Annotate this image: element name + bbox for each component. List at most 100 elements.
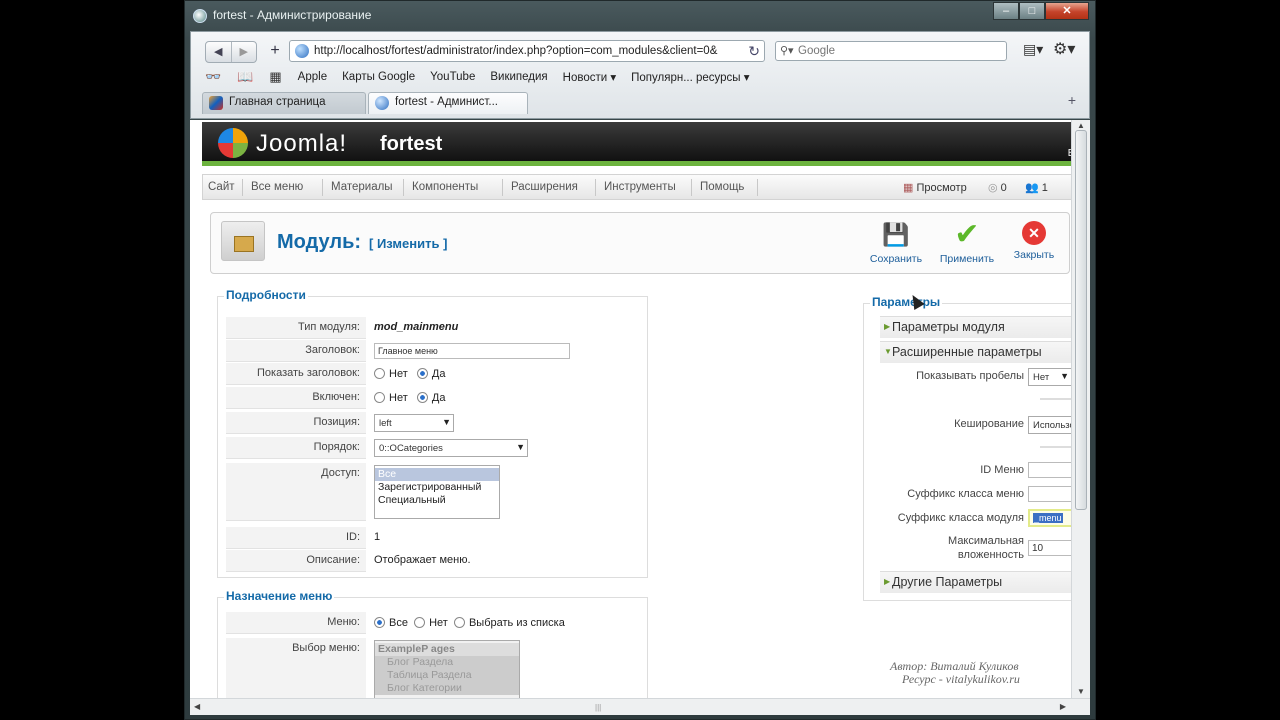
watermark-line: Ресурс - vitalykulikov.ru xyxy=(902,672,1020,686)
new-tab-button[interactable]: + xyxy=(1068,92,1076,108)
position-select[interactable]: left ▼ xyxy=(374,414,454,432)
access-option[interactable]: Все xyxy=(375,468,499,481)
no-label: Нет xyxy=(389,392,408,404)
tab-label: Главная страница xyxy=(229,96,326,108)
menus-select-radio[interactable] xyxy=(453,617,465,628)
bookmark-youtube[interactable]: YouTube xyxy=(430,71,475,83)
scroll-down-icon[interactable]: ▼ xyxy=(1077,687,1085,696)
preview-icon: ▦ xyxy=(903,182,914,194)
maximize-button[interactable]: □ xyxy=(1019,2,1045,20)
search-input[interactable] xyxy=(798,44,998,58)
bookmarks-bar: 👓 📖 ▦ Apple Карты Google YouTube Википед… xyxy=(205,68,765,86)
add-bookmark-button[interactable]: + xyxy=(265,41,285,63)
bookmark-apple[interactable]: Apple xyxy=(298,71,327,83)
bookmark-maps[interactable]: Карты Google xyxy=(342,71,415,83)
back-button[interactable]: ◀ xyxy=(206,42,231,62)
save-button[interactable]: 💾 Сохранить xyxy=(865,221,927,265)
module-params-label: Параметры модуля xyxy=(892,320,1005,334)
enabled-no-radio[interactable] xyxy=(374,392,385,403)
menu-option[interactable]: ExampleP ages xyxy=(375,643,519,656)
title-input[interactable]: Главное меню xyxy=(374,343,570,359)
access-option[interactable]: Зарегистрированный xyxy=(375,481,499,494)
grid-icon[interactable]: ▦ xyxy=(269,69,281,85)
address-bar[interactable]: http://localhost/fortest/administrator/i… xyxy=(289,40,765,62)
tab-home[interactable]: Главная страница xyxy=(202,92,366,114)
menu-option[interactable]: Блог Категории xyxy=(375,682,519,695)
tab-admin[interactable]: fortest - Админист... xyxy=(368,92,528,114)
menu-articles[interactable]: Материалы xyxy=(331,181,393,193)
menu-id-input[interactable] xyxy=(1028,462,1071,478)
minimize-button[interactable]: – xyxy=(993,2,1019,20)
row-position: Позиция: left ▼ xyxy=(226,412,636,434)
menu-all-menus[interactable]: Все меню xyxy=(251,181,303,193)
menu-option[interactable]: Блог Раздела xyxy=(375,656,519,669)
row-order: Порядок: 0::OCategories ▼ xyxy=(226,437,636,459)
save-label: Сохранить xyxy=(869,253,923,265)
joomla-logo-icon xyxy=(218,128,248,158)
row-menu-suffix: Суффикс класса меню xyxy=(884,484,1071,506)
menu-suffix-label: Суффикс класса меню xyxy=(907,488,1024,500)
reader-icon[interactable]: 👓 xyxy=(205,69,221,85)
book-icon[interactable]: 📖 xyxy=(237,69,253,85)
menu-extensions[interactable]: Расширения xyxy=(511,181,578,193)
enabled-yes-radio[interactable] xyxy=(416,392,428,403)
row-title: Заголовок: Главное меню xyxy=(226,340,636,362)
menu-suffix-input[interactable] xyxy=(1028,486,1071,502)
menu-select-listbox[interactable]: ExampleP ages Блог Раздела Таблица Разде… xyxy=(374,640,520,698)
show-spaces-select[interactable]: Нет ▼ xyxy=(1028,368,1071,386)
row-id: ID: 1 xyxy=(226,527,636,549)
vertical-scrollbar[interactable]: ▲ ▼ xyxy=(1071,120,1090,698)
menus-all-radio[interactable] xyxy=(374,617,385,628)
menu-site[interactable]: Сайт xyxy=(208,181,235,193)
preview-link[interactable]: ▦ Просмотр xyxy=(903,181,967,194)
close-window-button[interactable]: ✕ xyxy=(1045,2,1089,20)
yes-label: Да xyxy=(431,368,446,380)
menu-components[interactable]: Компоненты xyxy=(412,181,478,193)
position-label: Позиция: xyxy=(226,412,366,434)
bookmark-news[interactable]: Новости ▾ xyxy=(563,70,617,84)
row-caching: Кеширование Использовать глобальные▼ xyxy=(884,414,1071,436)
scroll-left-icon[interactable]: ◀ xyxy=(194,702,200,711)
title-label: Заголовок: xyxy=(226,340,366,362)
apply-button[interactable]: ✔ Применить xyxy=(935,220,999,266)
menus-none-radio[interactable] xyxy=(414,617,426,628)
search-box[interactable]: ⚲▾ xyxy=(775,41,1007,61)
module-suffix-input[interactable]: _menu xyxy=(1028,509,1071,527)
horizontal-scrollbar[interactable]: ◀ ||| ▶ xyxy=(190,698,1090,715)
access-listbox[interactable]: Все Зарегистрированный Специальный xyxy=(374,465,500,519)
caching-select[interactable]: Использовать глобальные▼ xyxy=(1028,416,1071,434)
max-depth-label-line: Максимальная xyxy=(948,535,1024,547)
max-depth-input[interactable]: 10 xyxy=(1028,540,1071,556)
bookmark-wikipedia[interactable]: Википедия xyxy=(490,71,547,83)
messages-count[interactable]: ◎ 0 xyxy=(988,181,1007,194)
all-label: Все xyxy=(389,617,408,629)
other-params-toggle[interactable]: ▶ Другие Параметры xyxy=(880,571,1071,593)
gear-icon[interactable]: ⚙▾ xyxy=(1053,39,1075,59)
scroll-thumb[interactable] xyxy=(1075,130,1087,510)
expand-arrow-icon: ▶ xyxy=(884,322,891,331)
show-title-no-radio[interactable] xyxy=(374,368,385,379)
forward-button[interactable]: ▶ xyxy=(230,42,257,62)
expand-arrow-icon: ▶ xyxy=(884,577,891,586)
collapse-arrow-icon: ▼ xyxy=(884,347,892,356)
type-label: Тип модуля: xyxy=(226,317,366,339)
menu-help[interactable]: Помощь xyxy=(700,181,744,193)
scroll-grip-icon[interactable]: ||| xyxy=(595,703,601,712)
bookmark-popular[interactable]: Популярн... ресурсы ▾ xyxy=(631,70,749,84)
page-menu-icon[interactable]: ▤▾ xyxy=(1023,41,1043,58)
menu-option[interactable]: Таблица Раздела xyxy=(375,669,519,682)
menu-tools[interactable]: Инструменты xyxy=(604,181,676,193)
browser-window: fortest - Администрирование – □ ✕ ◀ ▶ + … xyxy=(184,0,1096,720)
scroll-up-icon[interactable]: ▲ xyxy=(1077,121,1085,130)
url-text[interactable]: http://localhost/fortest/administrator/i… xyxy=(314,45,734,57)
reload-icon[interactable]: ↻ xyxy=(748,43,760,60)
module-params-toggle[interactable]: ▶ Параметры модуля xyxy=(880,316,1071,338)
users-count[interactable]: 👥 1 xyxy=(1025,181,1048,194)
access-option[interactable]: Специальный xyxy=(375,494,499,507)
scroll-right-icon[interactable]: ▶ xyxy=(1060,702,1066,711)
show-title-yes-radio[interactable] xyxy=(416,368,428,379)
advanced-params-toggle[interactable]: ▼ Расширенные параметры xyxy=(880,341,1071,363)
close-button[interactable]: ✕ Закрыть xyxy=(1007,221,1061,261)
site-name: fortest xyxy=(380,133,443,155)
order-select[interactable]: 0::OCategories ▼ xyxy=(374,439,528,457)
